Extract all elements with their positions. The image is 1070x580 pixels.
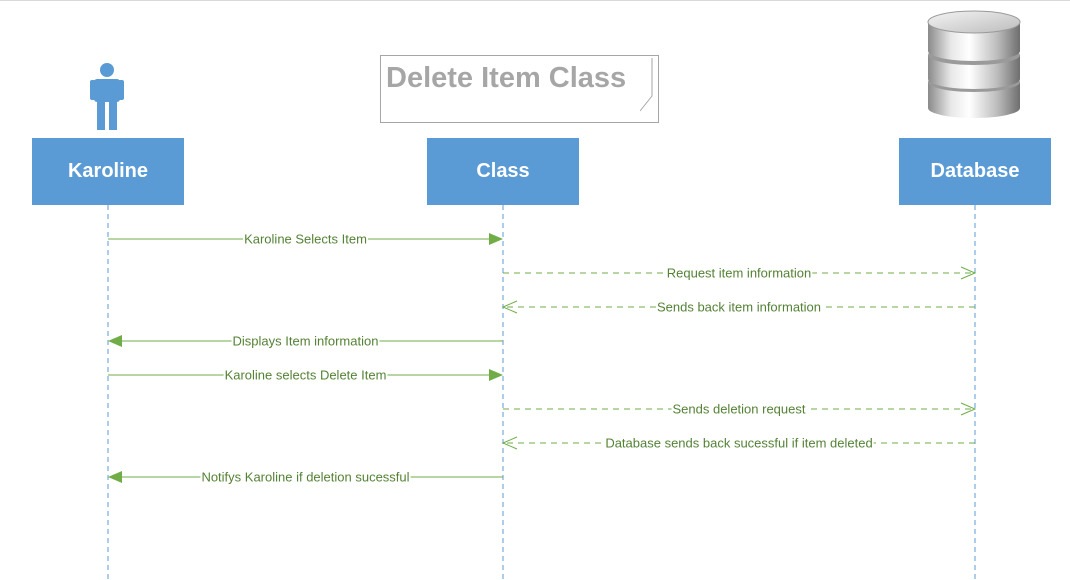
message-arrow: Displays Item information [108, 333, 503, 349]
title-frame-corner [640, 58, 653, 112]
message-label: Notifys Karoline if deletion sucessful [201, 470, 409, 485]
message-label: Displays Item information [233, 334, 379, 349]
message-arrow: Sends deletion request [503, 401, 977, 417]
message-label: Karoline Selects Item [244, 232, 367, 247]
arrowhead-icon [489, 369, 503, 381]
message-arrow: Database sends back sucessful if item de… [501, 435, 975, 451]
arrowhead-icon [489, 233, 503, 245]
participant-karoline: Karoline [32, 138, 184, 205]
message-arrow: Karoline Selects Item [108, 231, 503, 247]
message-label: Sends deletion request [673, 402, 806, 417]
message-label: Request item information [667, 266, 812, 281]
message-arrow: Notifys Karoline if deletion sucessful [108, 469, 503, 485]
participant-database: Database [899, 138, 1051, 205]
arrowhead-icon [108, 471, 122, 483]
participant-class: Class [427, 138, 579, 205]
message-arrow: Karoline selects Delete Item [108, 367, 503, 383]
message-arrow: Request item information [503, 265, 977, 281]
messages: Karoline Selects Item Request item inform… [108, 231, 977, 485]
arrowhead-icon [108, 335, 122, 347]
message-label: Database sends back sucessful if item de… [605, 436, 872, 451]
message-arrow: Sends back item information [501, 299, 975, 315]
message-label: Karoline selects Delete Item [225, 368, 387, 383]
person-icon [90, 63, 124, 130]
message-label: Sends back item information [657, 300, 821, 315]
database-cylinder-icon [927, 10, 1021, 118]
diagram-title: Delete Item Class [386, 62, 627, 94]
